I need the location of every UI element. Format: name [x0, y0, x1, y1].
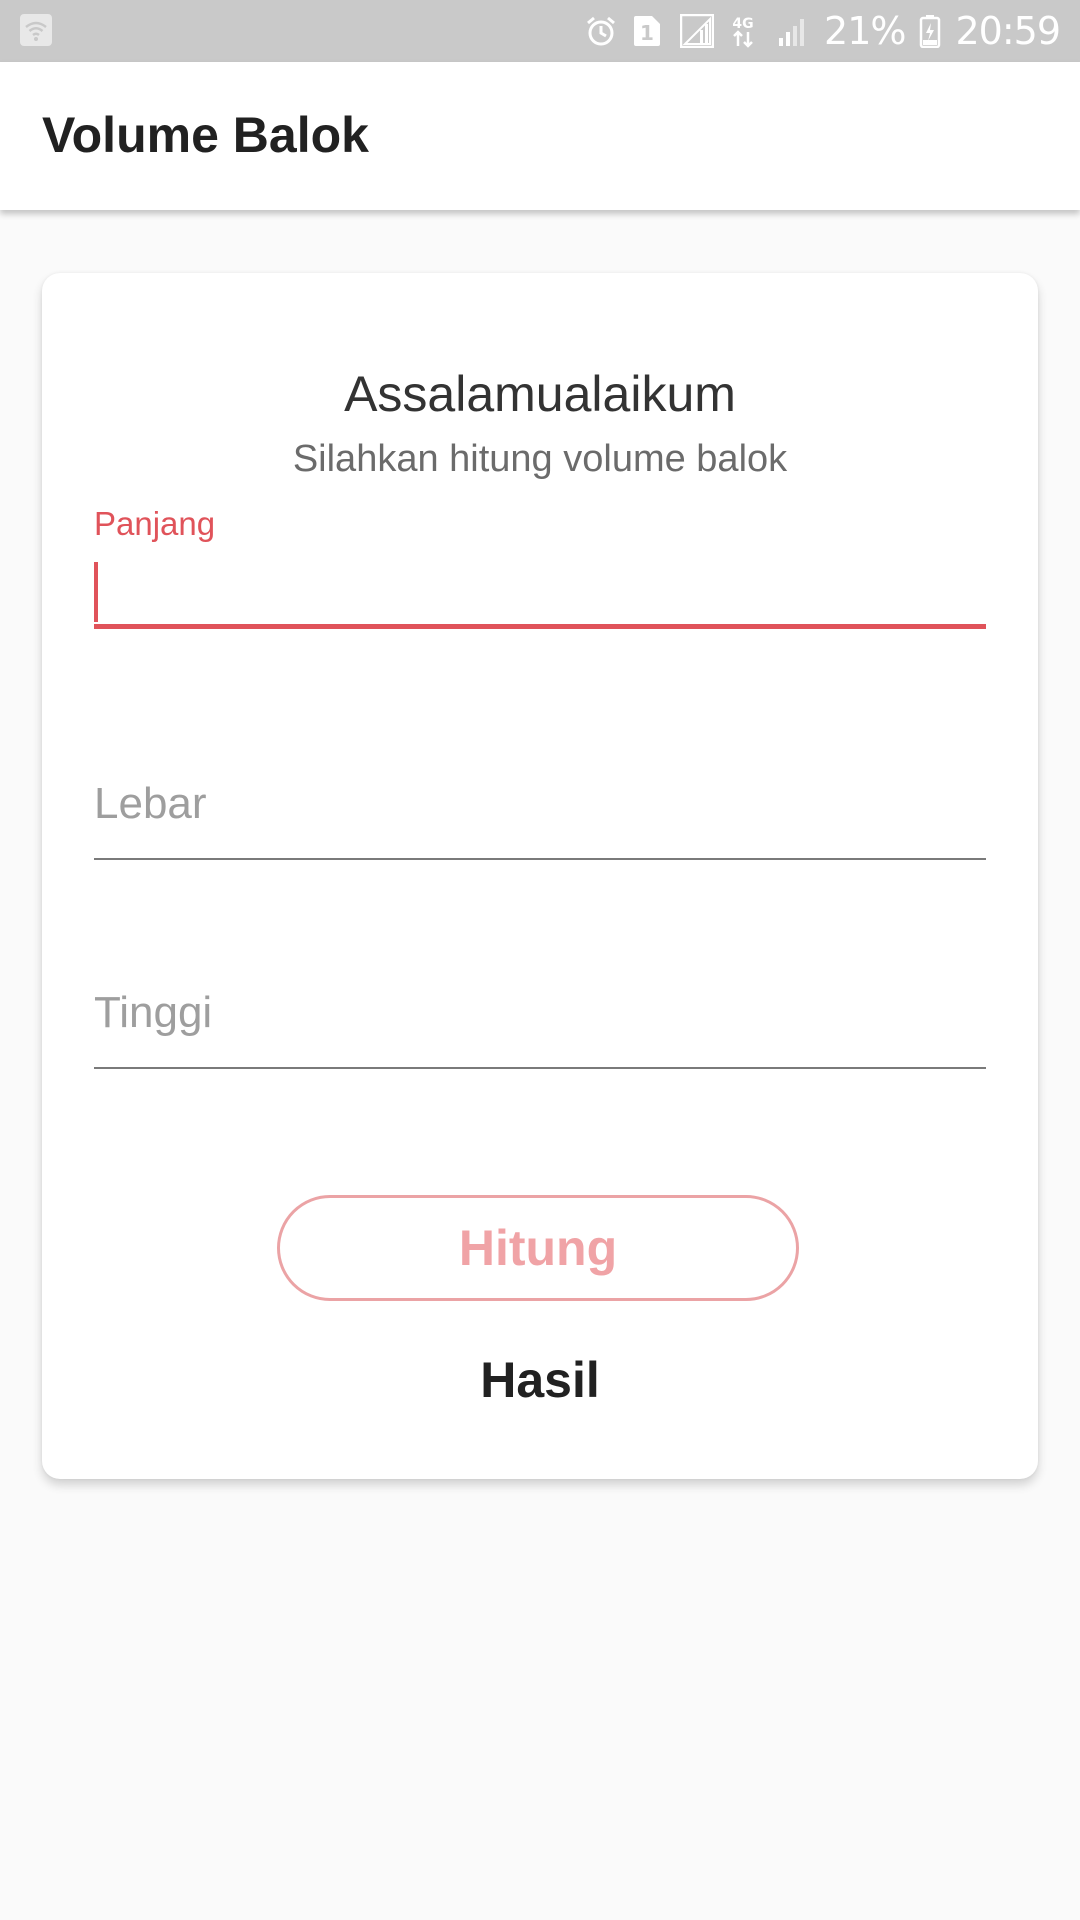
signal-icon: [776, 14, 810, 48]
network-4g-icon: 4G: [728, 14, 762, 48]
greeting-heading: Assalamualaikum: [344, 366, 736, 422]
result-label: Hasil: [480, 1352, 600, 1408]
signal-icon: [679, 13, 715, 49]
hitung-button[interactable]: Hitung: [277, 1195, 799, 1301]
app-bar: Volume Balok: [0, 62, 1080, 210]
app-title: Volume Balok: [42, 107, 369, 163]
tinggi-field[interactable]: Tinggi: [94, 982, 986, 1070]
sim-badge-text: 1: [640, 21, 654, 45]
clock: 20:59: [955, 9, 1061, 53]
network-text: 4G: [732, 16, 753, 32]
lebar-placeholder: Lebar: [94, 779, 207, 828]
lebar-underline: [94, 858, 986, 860]
battery-percent: 21%: [824, 9, 906, 53]
wifi-icon: [20, 14, 52, 46]
tinggi-placeholder: Tinggi: [94, 988, 213, 1037]
tinggi-underline: [94, 1067, 986, 1069]
form-card: Assalamualaikum Silahkan hitung volume b…: [42, 273, 1038, 1479]
status-bar: 1 4G 21% 20:59: [0, 0, 1080, 62]
battery-charging-icon: [919, 14, 941, 49]
panjang-field[interactable]: Panjang: [94, 505, 986, 629]
sim-icon: 1: [632, 14, 666, 48]
text-cursor: [94, 562, 98, 622]
lebar-field[interactable]: Lebar: [94, 773, 986, 861]
panjang-underline: [94, 624, 986, 629]
alarm-icon: [584, 14, 618, 48]
panjang-label: Panjang: [94, 505, 216, 542]
subtitle-text: Silahkan hitung volume balok: [292, 438, 788, 480]
